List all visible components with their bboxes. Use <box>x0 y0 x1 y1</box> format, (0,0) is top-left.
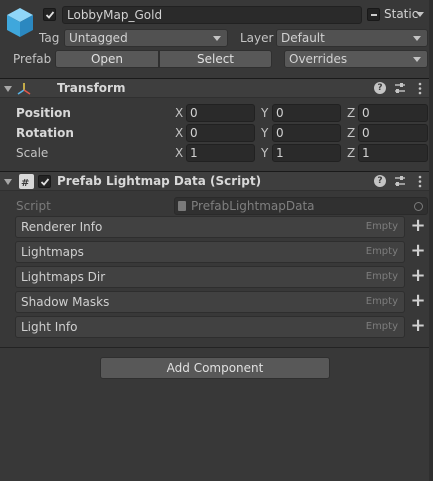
scale-label: Scale <box>16 146 49 160</box>
foldout-arrow-icon[interactable] <box>4 179 12 185</box>
rotation-z-label: Z <box>347 126 356 140</box>
scale-y-field[interactable]: 1 <box>272 144 341 162</box>
layer-dropdown[interactable]: Default <box>276 29 428 47</box>
plus-icon: + <box>410 215 426 236</box>
add-light-info-button[interactable]: + <box>408 316 428 338</box>
script-object-field: PrefabLightmapData <box>174 197 428 215</box>
help-icon[interactable]: ? <box>374 175 386 187</box>
rotation-x-field[interactable]: 0 <box>186 124 255 142</box>
static-checkbox[interactable] <box>367 8 380 21</box>
object-picker-icon <box>414 202 423 211</box>
list-light-info[interactable]: Light Info Empty <box>15 316 405 338</box>
layer-value: Default <box>281 31 325 45</box>
list-state: Empty <box>365 271 398 282</box>
position-y-label: Y <box>261 106 269 120</box>
overrides-label: Overrides <box>289 52 348 66</box>
transform-title: Transform <box>57 81 126 95</box>
tag-dropdown[interactable]: Untagged <box>64 29 228 47</box>
script-label: Script <box>16 199 51 213</box>
plus-icon: + <box>410 265 426 286</box>
position-x-field[interactable]: 0 <box>186 104 255 122</box>
add-shadow-masks-button[interactable]: + <box>408 291 428 313</box>
add-lightmaps-dir-button[interactable]: + <box>408 266 428 288</box>
cube-icon <box>4 6 36 38</box>
static-label: Static <box>384 7 419 21</box>
tag-value: Untagged <box>69 31 128 45</box>
list-label: Lightmaps <box>21 245 84 259</box>
static-dropdown[interactable]: Static <box>380 6 430 24</box>
script-component-header[interactable]: # Prefab Lightmap Data (Script) ? <box>0 171 433 191</box>
prefab-select-button[interactable]: Select <box>159 50 272 68</box>
chevron-down-icon <box>416 12 424 17</box>
object-name-field[interactable]: LobbyMap_Gold <box>62 6 362 24</box>
add-lightmaps-button[interactable]: + <box>408 241 428 263</box>
kebab-menu-icon[interactable] <box>418 82 422 95</box>
foldout-arrow-icon[interactable] <box>4 86 12 92</box>
chevron-down-icon <box>413 36 421 41</box>
list-shadow-masks[interactable]: Shadow Masks Empty <box>15 291 405 313</box>
rotation-x-label: X <box>175 126 184 140</box>
position-x-label: X <box>175 106 184 120</box>
list-renderer-info[interactable]: Renderer Info Empty <box>15 216 405 238</box>
presets-icon[interactable] <box>394 174 406 188</box>
list-lightmaps[interactable]: Lightmaps Empty <box>15 241 405 263</box>
position-y-field[interactable]: 0 <box>272 104 341 122</box>
rotation-label: Rotation <box>16 126 74 140</box>
scale-x-field[interactable]: 1 <box>186 144 255 162</box>
rotation-y-field[interactable]: 0 <box>272 124 341 142</box>
scale-z-label: Z <box>347 146 356 160</box>
component-enabled-checkbox[interactable] <box>38 175 51 188</box>
scale-z-field[interactable]: 1 <box>358 144 428 162</box>
list-lightmaps-dir[interactable]: Lightmaps Dir Empty <box>15 266 405 288</box>
script-value: PrefabLightmapData <box>191 199 315 213</box>
script-file-icon <box>178 201 186 211</box>
transform-axes-icon <box>16 81 32 97</box>
position-z-field[interactable]: 0 <box>358 104 428 122</box>
component-divider <box>0 347 433 348</box>
inspector-scrollbar[interactable] <box>429 0 433 481</box>
position-label: Position <box>16 106 71 120</box>
active-checkbox[interactable] <box>43 8 56 21</box>
layer-label: Layer <box>240 31 274 45</box>
rotation-z-field[interactable]: 0 <box>358 124 428 142</box>
prefab-overrides-dropdown[interactable]: Overrides <box>284 50 428 68</box>
transform-header[interactable]: Transform ? <box>0 78 433 98</box>
rotation-y-label: Y <box>261 126 269 140</box>
prefab-label: Prefab <box>13 52 52 66</box>
add-component-button[interactable]: Add Component <box>100 357 330 379</box>
help-icon[interactable]: ? <box>374 82 386 94</box>
list-state: Empty <box>365 246 398 257</box>
plus-icon: + <box>410 315 426 336</box>
list-state: Empty <box>365 296 398 307</box>
list-state: Empty <box>365 321 398 332</box>
list-state: Empty <box>365 221 398 232</box>
tag-label: Tag <box>39 31 60 45</box>
chevron-down-icon <box>213 36 221 41</box>
list-label: Shadow Masks <box>21 295 110 309</box>
list-label: Light Info <box>21 320 78 334</box>
scale-x-label: X <box>175 146 184 160</box>
kebab-menu-icon[interactable] <box>418 175 422 188</box>
list-label: Renderer Info <box>21 220 103 234</box>
presets-icon[interactable] <box>394 81 406 95</box>
prefab-open-button[interactable]: Open <box>55 50 159 68</box>
position-z-label: Z <box>347 106 356 120</box>
chevron-down-icon <box>413 57 421 62</box>
scale-y-label: Y <box>261 146 269 160</box>
list-label: Lightmaps Dir <box>21 270 106 284</box>
plus-icon: + <box>410 290 426 311</box>
svg-text:#: # <box>21 178 29 189</box>
plus-icon: + <box>410 240 426 261</box>
script-component-title: Prefab Lightmap Data (Script) <box>57 174 262 188</box>
add-renderer-info-button[interactable]: + <box>408 216 428 238</box>
csharp-script-icon: # <box>19 174 34 189</box>
